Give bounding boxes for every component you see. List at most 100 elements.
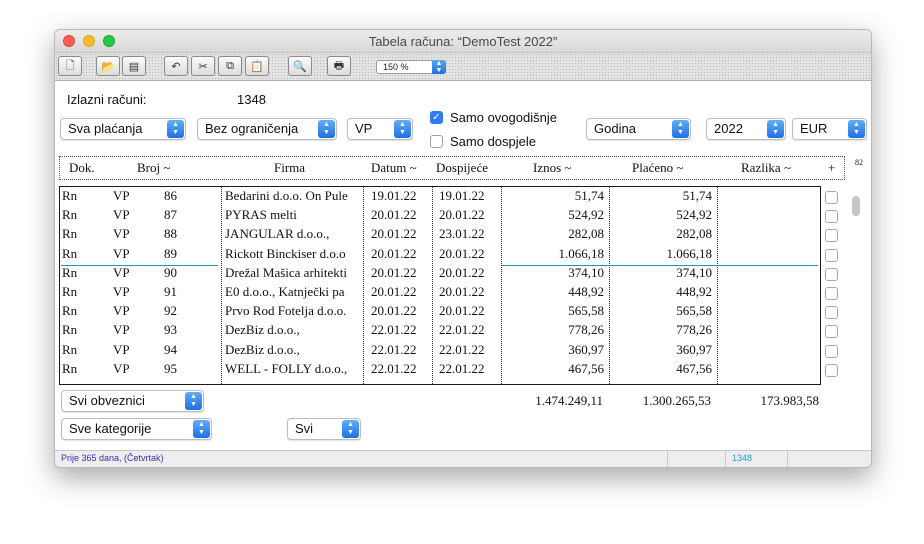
cell-placeno: 374,10 <box>676 264 712 280</box>
cell-dok: Rn <box>62 341 78 357</box>
cell-broj: 90 <box>164 264 177 280</box>
cell-dok: Rn <box>62 226 78 242</box>
column-iznos[interactable]: Iznos ~ <box>533 160 571 176</box>
type-filter-select[interactable]: VP ▲ ▼ <box>347 118 413 140</box>
row-checkbox[interactable] <box>825 306 838 320</box>
cell-placeno: 282,08 <box>676 226 712 242</box>
scrollbar-thumb[interactable] <box>852 196 860 216</box>
add-column-button[interactable]: + <box>828 160 835 176</box>
cell-vp: VP <box>113 264 130 280</box>
total-iznos: 1.474.249,11 <box>535 393 603 408</box>
row-checkbox[interactable] <box>825 229 838 243</box>
column-dok[interactable]: Dok. <box>69 160 95 176</box>
current-year-checkbox[interactable]: ✓ <box>430 111 443 124</box>
due-only-checkbox[interactable] <box>430 135 443 148</box>
status-divider <box>725 451 726 467</box>
year-value: 2022 <box>714 121 743 136</box>
cell-dosp: 22.01.22 <box>439 360 485 376</box>
row-checkbox[interactable] <box>825 363 838 377</box>
cell-dosp: 20.01.22 <box>439 207 485 223</box>
current-year-label: Samo ovogodišnje <box>450 110 557 125</box>
cell-broj: 92 <box>164 303 177 319</box>
all-value: Svi <box>295 421 314 436</box>
cell-placeno: 1.066,18 <box>666 245 713 261</box>
row-checkbox[interactable] <box>825 325 838 339</box>
due-only-label: Samo dospjele <box>450 134 536 149</box>
preview-button[interactable]: 🔍 <box>288 56 312 76</box>
row-checkbox[interactable] <box>825 191 838 204</box>
status-left-text: Prije 365 dana, (Četvrtak) <box>61 453 164 463</box>
column-divider <box>432 187 433 384</box>
new-document-icon: 🗋 <box>65 59 75 72</box>
print-button[interactable]: 🖶 <box>327 56 351 76</box>
cut-button[interactable]: ✂ <box>191 56 215 76</box>
column-placeno[interactable]: Plaćeno ~ <box>632 160 683 176</box>
cell-dok: Rn <box>62 322 78 338</box>
invoice-count: 1348 <box>237 92 266 107</box>
payers-select[interactable]: Svi obveznici ▲ ▼ <box>61 390 204 412</box>
categories-select[interactable]: Sve kategorije ▲ ▼ <box>61 418 212 440</box>
cell-firma: Drežal Mašica arhitekti <box>225 264 347 280</box>
cell-dosp: 19.01.22 <box>439 188 485 203</box>
vertical-scrollbar[interactable] <box>847 187 859 384</box>
cell-iznos: 448,92 <box>568 284 604 299</box>
all-select[interactable]: Svi ▲ ▼ <box>287 418 361 440</box>
cell-placeno: 360,97 <box>676 341 712 357</box>
currency-select[interactable]: EUR ▲ ▼ <box>792 118 867 140</box>
cell-dosp: 22.01.22 <box>439 322 485 338</box>
total-razlika: 173.983,58 <box>760 393 820 408</box>
payment-filter-select[interactable]: Sva plaćanja ▲ ▼ <box>60 118 186 140</box>
column-razlika[interactable]: Razlika ~ <box>741 160 791 176</box>
cell-iznos: 467,56 <box>568 360 604 376</box>
year-select[interactable]: 2022 ▲ ▼ <box>706 118 786 140</box>
new-document-button[interactable]: 🗋 <box>58 56 82 76</box>
open-button[interactable]: 📂 <box>96 56 120 76</box>
undo-button[interactable]: ↶ <box>164 56 188 76</box>
cell-vp: VP <box>113 322 130 338</box>
column-dospijece[interactable]: Dospijeće <box>436 160 488 176</box>
cell-firma: DezBiz d.o.o., <box>225 322 300 338</box>
cell-vp: VP <box>113 245 130 261</box>
cell-broj: 86 <box>164 188 177 203</box>
row-checkbox[interactable] <box>825 248 838 262</box>
cell-vp: VP <box>113 341 130 357</box>
cell-dok: Rn <box>62 207 78 223</box>
cell-placeno: 524,92 <box>676 207 712 223</box>
row-checkbox[interactable] <box>825 344 838 358</box>
cell-broj: 88 <box>164 226 177 242</box>
cell-dosp: 22.01.22 <box>439 341 485 357</box>
cell-datum: 20.01.22 <box>371 207 417 223</box>
printer-icon: 🖶 <box>333 59 345 72</box>
row-count-indicator: 82 <box>855 158 863 167</box>
paste-button[interactable]: 📋 <box>245 56 269 76</box>
status-divider <box>787 451 788 467</box>
status-bar: Prije 365 dana, (Četvrtak) 1348 <box>55 450 871 467</box>
chevron-updown-icon: ▲ ▼ <box>767 120 784 138</box>
cell-datum: 22.01.22 <box>371 341 417 357</box>
cell-firma: JANGULAR d.o.o., <box>225 226 330 242</box>
limit-filter-select[interactable]: Bez ograničenja ▲ ▼ <box>197 118 337 140</box>
status-divider <box>667 451 668 467</box>
cell-dok: Rn <box>62 188 78 203</box>
row-checkbox[interactable] <box>825 287 838 300</box>
categories-value: Sve kategorije <box>69 421 152 436</box>
cell-iznos: 778,26 <box>568 322 604 338</box>
period-select[interactable]: Godina ▲ ▼ <box>586 118 691 140</box>
toolbar: 🗋 📂 ▤ ↶ ✂ ⧉ 📋 🔍 🖶 150 % ▲ ▼ <box>55 53 871 81</box>
row-checkbox[interactable] <box>825 267 838 281</box>
save-button[interactable]: ▤ <box>122 56 146 76</box>
column-datum[interactable]: Datum ~ <box>371 160 417 176</box>
column-broj[interactable]: Broj ~ <box>137 160 170 176</box>
zoom-select[interactable]: 150 % ▲ ▼ <box>376 60 446 74</box>
cell-iznos: 360,97 <box>568 341 604 357</box>
stepper-icon: ▲ ▼ <box>432 60 446 74</box>
cell-datum: 20.01.22 <box>371 303 417 319</box>
row-checkbox[interactable] <box>825 210 838 224</box>
cell-datum: 20.01.22 <box>371 284 417 299</box>
copy-button[interactable]: ⧉ <box>218 56 242 76</box>
payment-filter-value: Sva plaćanja <box>68 121 143 136</box>
folder-icon: 📂 <box>101 60 115 73</box>
cell-placeno: 51,74 <box>682 188 712 203</box>
scissors-icon: ✂ <box>198 60 208 73</box>
column-firma[interactable]: Firma <box>274 160 305 176</box>
